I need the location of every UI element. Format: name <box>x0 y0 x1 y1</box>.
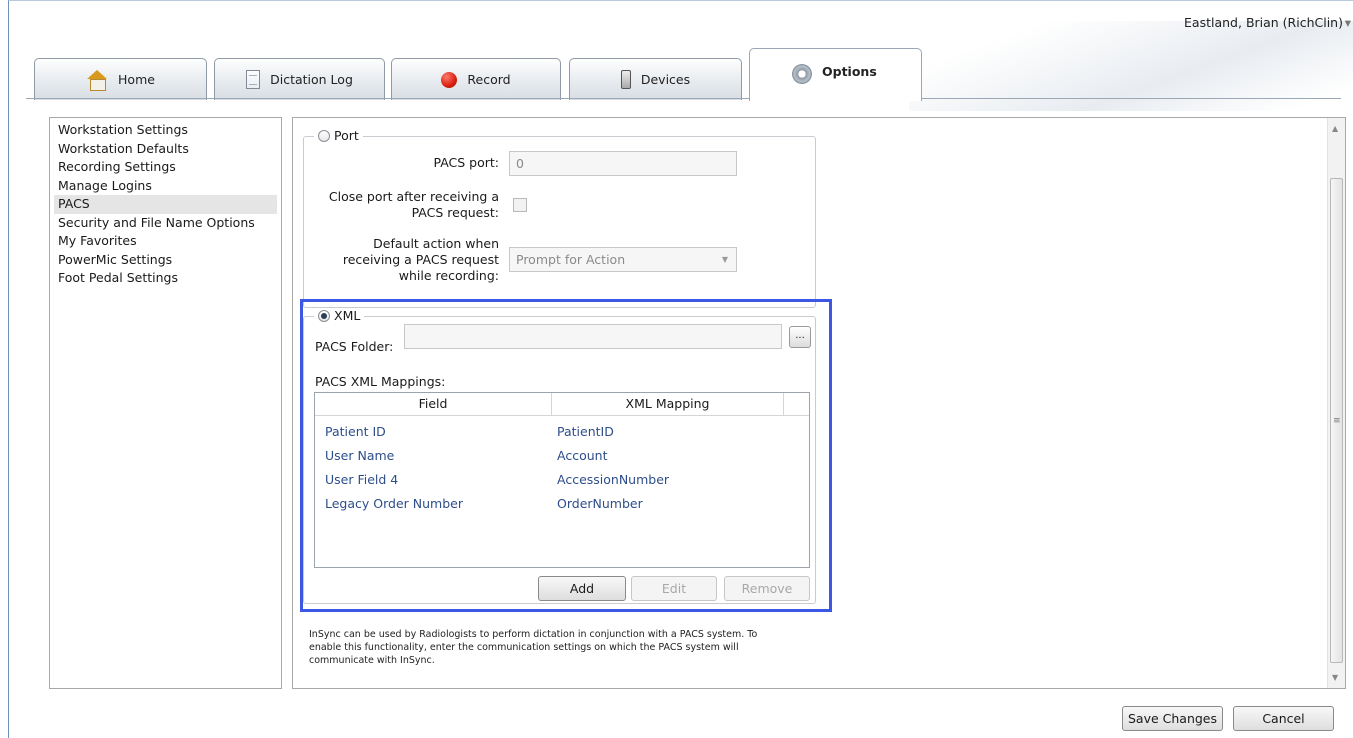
default-action-label-line1: Default action when <box>373 236 499 251</box>
pacs-port-label: PACS port: <box>433 155 499 170</box>
row-field: Patient ID <box>325 424 386 439</box>
tab-options[interactable]: Options <box>749 48 922 101</box>
scroll-down-icon[interactable]: ▼ <box>1332 673 1338 682</box>
xml-mappings-label: PACS XML Mappings: <box>315 374 446 389</box>
table-row[interactable]: User Name Account <box>315 444 809 468</box>
pacs-folder-input[interactable] <box>404 324 782 349</box>
device-icon <box>620 70 631 89</box>
tab-record-label: Record <box>467 72 511 87</box>
default-action-select[interactable]: Prompt for Action ▼ <box>509 247 737 272</box>
row-field: User Field 4 <box>325 472 399 487</box>
column-header-xml-mapping[interactable]: XML Mapping <box>552 393 784 415</box>
tab-home[interactable]: Home <box>34 58 207 100</box>
record-icon <box>441 71 458 88</box>
tab-record[interactable]: Record <box>391 58 561 100</box>
row-mapping: PatientID <box>557 424 614 439</box>
xml-group: XML PACS Folder: ... PACS XML Mappings: … <box>303 308 816 604</box>
default-action-value: Prompt for Action <box>516 252 626 267</box>
help-text-line1: InSync can be used by Radiologists to pe… <box>309 629 758 640</box>
cancel-button[interactable]: Cancel <box>1233 706 1334 731</box>
port-group: Port PACS port: 0 Close port after recei… <box>303 128 816 308</box>
gear-icon <box>792 64 812 84</box>
chevron-down-icon: ▼ <box>721 255 728 264</box>
sidebar-item-foot-pedal-settings[interactable]: Foot Pedal Settings <box>54 269 277 288</box>
pacs-port-input[interactable]: 0 <box>509 151 737 176</box>
default-action-label-line3: while recording: <box>398 268 499 283</box>
port-radio-label: Port <box>334 128 359 143</box>
main-tab-bar: Home Dictation Log Record Devices Option… <box>34 44 1353 101</box>
edit-mapping-button[interactable]: Edit <box>631 576 717 601</box>
tab-dictation-log[interactable]: Dictation Log <box>214 58 385 100</box>
default-action-label-line2: receiving a PACS request <box>342 252 499 267</box>
row-mapping: AccessionNumber <box>557 472 670 487</box>
browse-folder-button[interactable]: ... <box>789 326 811 348</box>
document-icon <box>246 70 261 89</box>
row-mapping: Account <box>557 448 608 463</box>
remove-mapping-button[interactable]: Remove <box>724 576 810 601</box>
pacs-folder-label: PACS Folder: <box>315 339 394 354</box>
sidebar-item-pacs[interactable]: PACS <box>54 195 277 214</box>
tab-options-label: Options <box>822 64 877 79</box>
pacs-help-text: InSync can be used by Radiologists to pe… <box>309 628 819 667</box>
table-header: Field XML Mapping <box>315 393 809 416</box>
row-field: Legacy Order Number <box>325 496 463 511</box>
port-radio[interactable]: Port <box>314 128 363 143</box>
pacs-settings-panel: Port PACS port: 0 Close port after recei… <box>292 117 1346 689</box>
tab-home-label: Home <box>118 72 155 87</box>
default-action-label: Default action when receiving a PACS req… <box>299 236 499 284</box>
tab-devices[interactable]: Devices <box>569 58 742 100</box>
options-sidebar: Workstation Settings Workstation Default… <box>49 117 282 689</box>
tab-dictation-log-label: Dictation Log <box>270 72 353 87</box>
tab-divider <box>26 98 1341 99</box>
xml-radio-label: XML <box>334 308 361 323</box>
row-field: User Name <box>325 448 395 463</box>
table-row[interactable]: User Field 4 AccessionNumber <box>315 468 809 492</box>
chevron-down-icon: ▾ <box>1344 15 1351 30</box>
xml-radio[interactable]: XML <box>314 308 365 323</box>
sidebar-item-manage-logins[interactable]: Manage Logins <box>54 177 277 196</box>
table-row[interactable]: Legacy Order Number OrderNumber <box>315 492 809 516</box>
grip-icon: ≡ <box>1333 416 1341 426</box>
sidebar-item-recording-settings[interactable]: Recording Settings <box>54 158 277 177</box>
row-mapping: OrderNumber <box>557 496 643 511</box>
tab-devices-label: Devices <box>640 72 691 87</box>
port-radio-button[interactable] <box>318 129 330 142</box>
table-row[interactable]: Patient ID PatientID <box>315 420 809 444</box>
help-text-line2: enable this functionality, enter the com… <box>309 642 739 653</box>
xml-radio-button[interactable] <box>318 309 330 322</box>
user-menu[interactable]: Eastland, Brian (RichClin) ▾ <box>1184 15 1351 30</box>
sidebar-item-workstation-defaults[interactable]: Workstation Defaults <box>54 140 277 159</box>
close-port-label-line2: PACS request: <box>411 205 499 220</box>
sidebar-item-my-favorites[interactable]: My Favorites <box>54 232 277 251</box>
column-header-field[interactable]: Field <box>315 393 552 415</box>
xml-mappings-table: Field XML Mapping Patient ID PatientID U… <box>314 392 810 568</box>
sidebar-item-security-file-name[interactable]: Security and File Name Options <box>54 214 277 233</box>
sidebar-item-powermic-settings[interactable]: PowerMic Settings <box>54 251 277 270</box>
vertical-scrollbar[interactable]: ▲ ≡ ▼ <box>1327 118 1345 688</box>
scroll-up-icon[interactable]: ▲ <box>1332 124 1338 133</box>
add-mapping-button[interactable]: Add <box>538 576 626 601</box>
home-icon <box>86 69 108 91</box>
close-port-checkbox[interactable] <box>513 198 527 212</box>
sidebar-item-workstation-settings[interactable]: Workstation Settings <box>54 121 277 140</box>
save-changes-button[interactable]: Save Changes <box>1122 706 1223 731</box>
close-port-label: Close port after receiving a PACS reques… <box>299 189 499 221</box>
close-port-label-line1: Close port after receiving a <box>328 189 499 204</box>
help-text-line3: communicate with InSync. <box>309 655 435 666</box>
user-name: Eastland, Brian (RichClin) <box>1184 15 1343 30</box>
